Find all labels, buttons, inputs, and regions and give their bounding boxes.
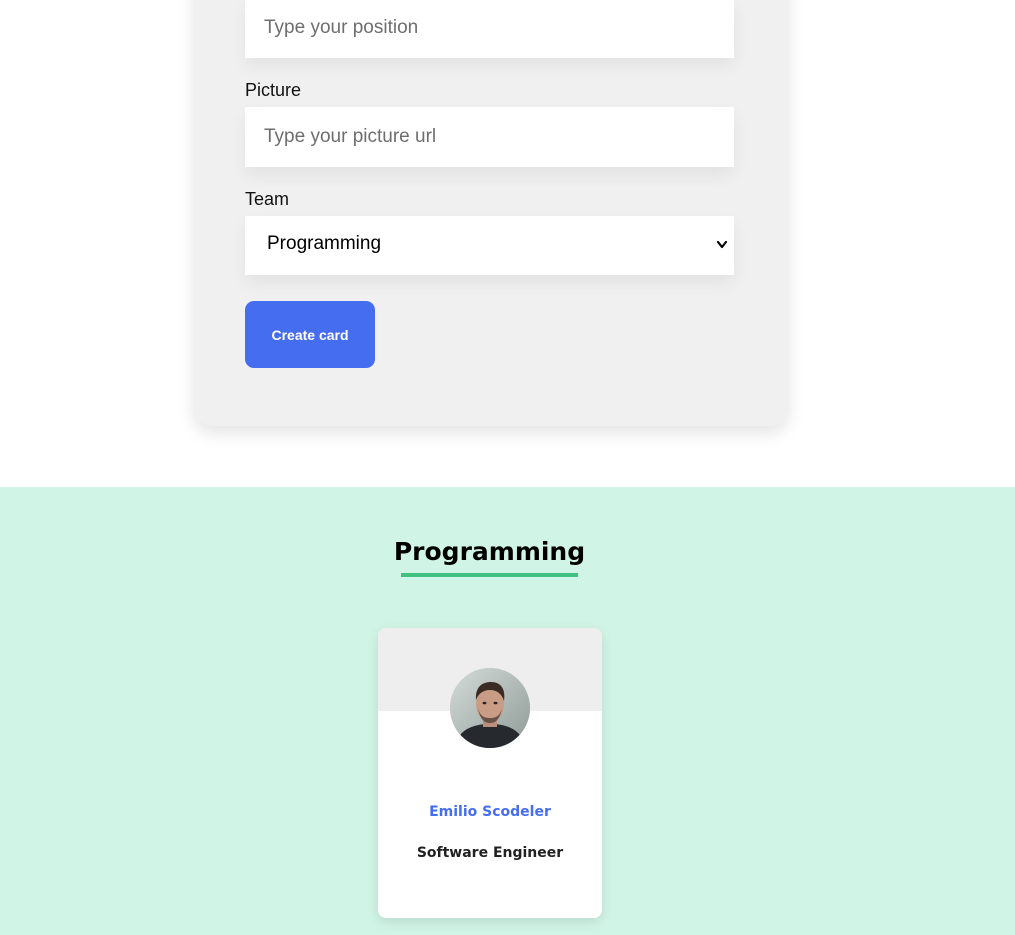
team-label: Team xyxy=(245,189,290,209)
member-name: Emilio Scodeler xyxy=(429,804,551,820)
user-photo-icon xyxy=(450,668,530,748)
team-select[interactable]: Programming xyxy=(245,216,734,275)
team-select-value: Programming xyxy=(267,233,382,254)
chevron-down-icon xyxy=(716,240,728,249)
team-title-underline xyxy=(401,573,578,577)
member-position: Software Engineer xyxy=(416,845,564,861)
member-card: Emilio Scodeler Software Engineer xyxy=(378,628,602,918)
team-section: Programming Emilio Scodeler Software Eng… xyxy=(0,487,1015,935)
form-section: Picture Team Programming Create card xyxy=(0,0,1015,487)
create-card-button[interactable]: Create card xyxy=(245,301,375,368)
picture-label: Picture xyxy=(245,80,302,100)
position-input[interactable] xyxy=(245,0,734,58)
avatar xyxy=(450,668,530,748)
team-title: Programming xyxy=(393,537,586,566)
picture-url-input[interactable] xyxy=(245,107,734,167)
